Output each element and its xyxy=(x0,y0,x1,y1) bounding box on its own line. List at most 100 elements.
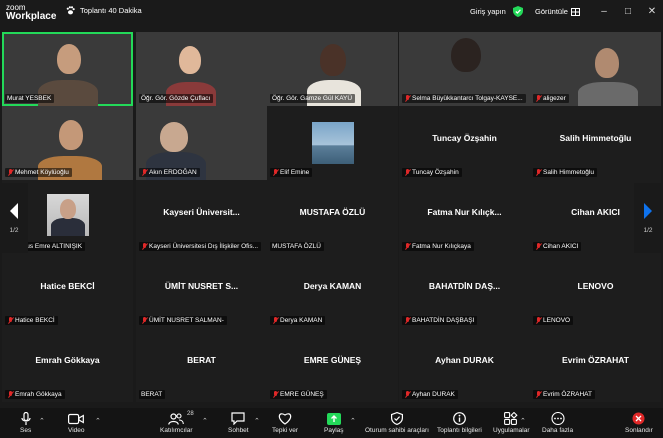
participant-display-name: Emrah Gökkaya xyxy=(35,355,100,365)
paw-icon xyxy=(66,6,75,15)
more-label: Daha fazla xyxy=(542,427,574,434)
next-page-button[interactable]: 1/2 xyxy=(634,183,662,253)
shield-icon[interactable] xyxy=(513,6,523,17)
previous-page-button[interactable]: 1/2 xyxy=(0,183,28,253)
close-icon[interactable]: ✕ xyxy=(645,5,659,19)
participant-name: LENOVO xyxy=(543,317,571,324)
video-tile[interactable]: aligezer xyxy=(530,32,661,106)
participant-name-label: BERAT xyxy=(139,390,166,399)
participant-tile[interactable]: MUSTAFA ÖZLÜ MUSTAFA ÖZLÜ xyxy=(267,180,398,254)
participant-face xyxy=(60,199,76,219)
login-link[interactable]: Giriş yapın xyxy=(470,7,506,16)
participant-name: MUSTAFA ÖZLÜ xyxy=(272,243,321,250)
logo-workplace-text: Workplace xyxy=(6,11,57,22)
host-tools-button[interactable]: Oturum sahibi araçları xyxy=(365,410,429,434)
participant-figure xyxy=(51,218,85,236)
chevron-up-icon[interactable]: ⌃ xyxy=(254,417,260,425)
mic-off-icon xyxy=(535,243,541,250)
participant-tile[interactable]: Fatma Nur Kılıçk... Fatma Nur Kılıçkaya xyxy=(399,180,530,254)
maximize-icon[interactable]: □ xyxy=(621,5,635,19)
participant-tile[interactable]: Hatice BEKCİ Hatice BEKCİ xyxy=(2,254,133,328)
chat-icon xyxy=(231,412,245,425)
view-button[interactable]: Görüntüle xyxy=(535,7,580,16)
participant-grid: Murat YESBEK Öğr. Gör. Gözde Çuflacı Öğr… xyxy=(2,32,662,404)
chevron-up-icon[interactable]: ⌃ xyxy=(95,417,101,425)
participant-tile[interactable]: Elif Emine xyxy=(267,106,398,180)
participant-display-name: BERAT xyxy=(187,355,216,365)
share-label: Paylaş xyxy=(324,427,344,434)
participant-display-name: Fatma Nur Kılıçk... xyxy=(427,207,502,217)
mic-off-icon xyxy=(7,391,13,398)
video-tile[interactable]: Selma Büyükkantarcı Tolgay-KAYSE... xyxy=(399,32,530,106)
participant-name: Ayhan DURAK xyxy=(412,391,455,398)
participant-tile[interactable]: ÜMİT NUSRET S... ÜMİT NUSRET SALMAN- xyxy=(136,254,267,328)
participant-name: Akın ERDOĞAN xyxy=(149,169,197,176)
video-tile[interactable]: Mehmet Köylüoğlu xyxy=(2,106,133,180)
participant-name: Evrim ÖZRAHAT xyxy=(543,391,592,398)
participant-name-label: Mehmet Köylüoğlu xyxy=(5,168,72,177)
participant-tile[interactable]: Tuncay Özşahin Tuncay Özşahin xyxy=(399,106,530,180)
view-label: Görüntüle xyxy=(535,7,568,16)
video-tile[interactable]: Öğr. Gör. Gamze Gül KAYÜ xyxy=(267,32,398,106)
chevron-up-icon[interactable]: ⌃ xyxy=(520,417,526,425)
meeting-info-button[interactable]: Toplantı bilgileri xyxy=(437,410,482,434)
more-button[interactable]: Daha fazla xyxy=(542,410,573,434)
participant-name-label: Akın ERDOĞAN xyxy=(139,168,200,177)
participant-name-label: aligezer xyxy=(533,94,569,103)
participant-tile[interactable]: Ayhan DURAK Ayhan DURAK xyxy=(399,328,530,402)
video-tile[interactable]: Murat YESBEK xyxy=(2,32,133,106)
participant-name-label: Murat YESBEK xyxy=(5,94,55,103)
participant-tile[interactable]: Emrah Gökkaya Emrah Gökkaya xyxy=(2,328,133,402)
info-icon xyxy=(453,412,466,425)
participant-name: Derya KAMAN xyxy=(280,317,323,324)
participant-name-label: ÜMİT NUSRET SALMAN- xyxy=(139,316,227,325)
video-tile[interactable]: Öğr. Gör. Gözde Çuflacı xyxy=(136,32,267,106)
chevron-up-icon[interactable]: ⌃ xyxy=(202,417,208,425)
participant-face xyxy=(320,44,346,76)
participant-tile[interactable]: LENOVO LENOVO xyxy=(530,254,661,328)
mic-off-icon xyxy=(535,317,541,324)
participant-name: Salih Himmetoğlu xyxy=(543,169,594,176)
participant-name-label: Tuncay Özşahin xyxy=(402,168,462,177)
minimize-icon[interactable]: – xyxy=(597,5,611,19)
participant-name-label: Öğr. Gör. Gamze Gül KAYÜ xyxy=(270,94,356,103)
participant-tile[interactable]: BAHATDİN DAŞ... BAHATDİN DAŞBAŞI xyxy=(399,254,530,328)
participant-tile[interactable]: Kayseri Üniversit... Kayseri Üniversites… xyxy=(136,180,267,254)
participant-name-label: Selma Büyükkantarcı Tolgay-KAYSE... xyxy=(402,94,526,103)
participant-tile[interactable]: Derya KAMAN Derya KAMAN xyxy=(267,254,398,328)
avatar xyxy=(47,194,89,236)
mic-off-icon xyxy=(141,243,147,250)
chevron-up-icon[interactable]: ⌃ xyxy=(350,417,356,425)
end-meeting-label: Sonlandır xyxy=(625,427,653,434)
chat-button[interactable]: Sohbet xyxy=(228,410,249,434)
participant-name-label: Cihan AKICI xyxy=(533,242,582,251)
participant-tile[interactable]: BERAT BERAT xyxy=(136,328,267,402)
participant-name: Mehmet Köylüoğlu xyxy=(15,169,69,176)
participant-name: Öğr. Gör. Gamze Gül KAYÜ xyxy=(272,95,353,102)
participant-tile[interactable]: Salih Himmetoğlu Salih Himmetoğlu xyxy=(530,106,661,180)
mic-off-icon xyxy=(7,169,13,176)
participant-tile[interactable]: EMRE GÜNEŞ EMRE GÜNEŞ xyxy=(267,328,398,402)
mic-off-icon xyxy=(272,169,278,176)
participant-name: aligezer xyxy=(543,95,566,102)
video-tile[interactable]: Akın ERDOĞAN xyxy=(136,106,267,180)
meeting-title[interactable]: Toplantı 40 Dakika xyxy=(66,6,142,15)
participant-name: Fatma Nur Kılıçkaya xyxy=(412,243,471,250)
share-button[interactable]: Paylaş xyxy=(324,410,344,434)
page-indicator: 1/2 xyxy=(643,226,653,234)
participant-name-label: EMRE GÜNEŞ xyxy=(270,390,327,399)
video-label: Video xyxy=(68,427,85,434)
end-meeting-button[interactable]: Sonlandır xyxy=(625,410,653,434)
participant-name-label: Salih Himmetoğlu xyxy=(533,168,597,177)
video-button[interactable]: Video xyxy=(68,410,85,434)
participant-tile[interactable]: Evrim ÖZRAHAT Evrim ÖZRAHAT xyxy=(530,328,661,402)
chevron-up-icon[interactable]: ⌃ xyxy=(39,417,45,425)
participant-name: Emrah Gökkaya xyxy=(15,391,62,398)
audio-button[interactable]: Ses xyxy=(20,410,31,434)
react-label: Tepki ver xyxy=(272,427,299,434)
react-button[interactable]: Tepki ver xyxy=(272,410,298,434)
participant-name-label: Hatice BEKCİ xyxy=(5,316,58,325)
camera-icon xyxy=(68,413,85,424)
participant-name-label: MUSTAFA ÖZLÜ xyxy=(270,242,324,251)
mic-off-icon xyxy=(535,95,541,102)
